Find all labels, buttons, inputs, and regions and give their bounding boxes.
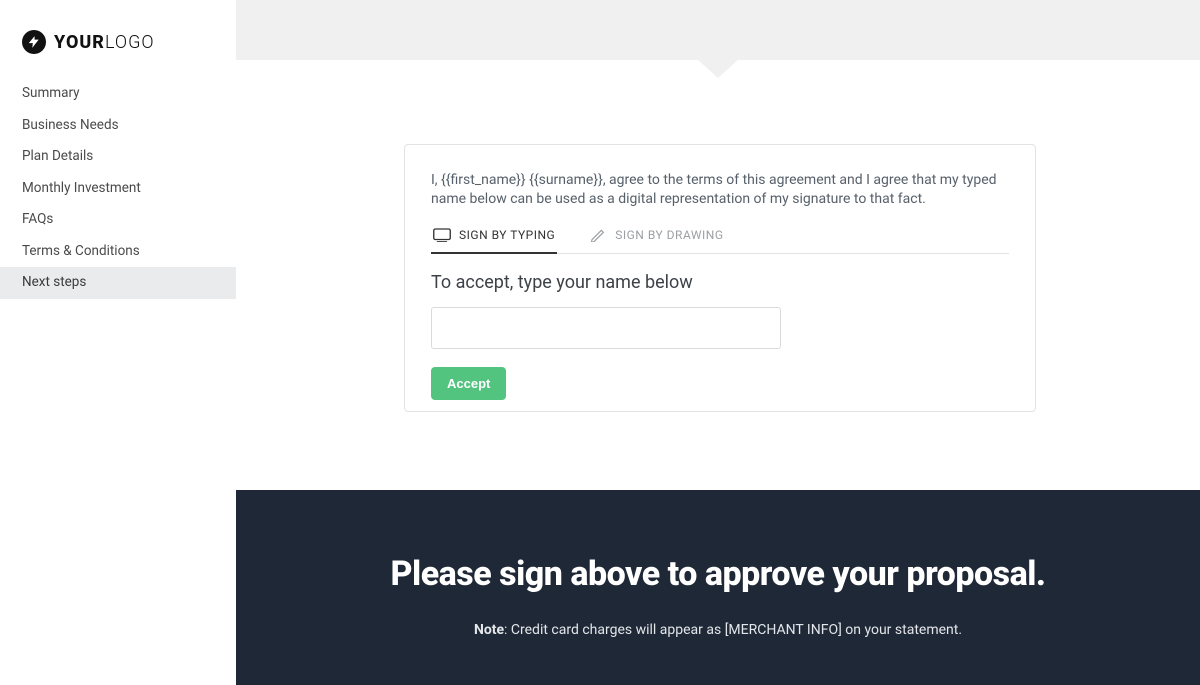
sidebar-item-terms-conditions[interactable]: Terms & Conditions	[0, 236, 236, 268]
footer-heading: Please sign above to approve your propos…	[236, 554, 1200, 594]
tab-label: SIGN BY TYPING	[459, 228, 555, 242]
accept-button[interactable]: Accept	[431, 367, 506, 400]
page-panel: I, {{first_name}} {{surname}}, agree to …	[236, 0, 1200, 490]
signature-prompt: To accept, type your name below	[431, 272, 1009, 293]
footer-panel: Please sign above to approve your propos…	[236, 490, 1200, 685]
sidebar-item-monthly-investment[interactable]: Monthly Investment	[0, 173, 236, 205]
footer-note: Note: Credit card charges will appear as…	[236, 622, 1200, 638]
pen-icon	[589, 227, 607, 243]
keyboard-icon	[433, 227, 451, 243]
tab-label: SIGN BY DRAWING	[615, 228, 723, 242]
main-content: I, {{first_name}} {{surname}}, agree to …	[236, 0, 1200, 685]
signature-tabs: SIGN BY TYPING SIGN BY DRAWING	[431, 227, 1009, 254]
page-top-notch	[236, 0, 1200, 60]
sidebar-item-plan-details[interactable]: Plan Details	[0, 141, 236, 173]
logo-text: YOURLOGO	[54, 32, 155, 53]
sidebar: YOURLOGO Summary Business Needs Plan Det…	[0, 0, 236, 685]
tab-sign-by-typing[interactable]: SIGN BY TYPING	[431, 227, 557, 253]
sidebar-item-faqs[interactable]: FAQs	[0, 204, 236, 236]
sidebar-item-next-steps[interactable]: Next steps	[0, 267, 236, 299]
tab-sign-by-drawing[interactable]: SIGN BY DRAWING	[587, 227, 725, 253]
agreement-text: I, {{first_name}} {{surname}}, agree to …	[431, 171, 1009, 209]
sidebar-item-summary[interactable]: Summary	[0, 78, 236, 110]
sidebar-item-business-needs[interactable]: Business Needs	[0, 110, 236, 142]
signature-input[interactable]	[431, 307, 781, 349]
signature-card: I, {{first_name}} {{surname}}, agree to …	[404, 144, 1036, 412]
bolt-icon	[22, 30, 46, 54]
logo: YOURLOGO	[0, 0, 236, 78]
sidebar-nav: Summary Business Needs Plan Details Mont…	[0, 78, 236, 299]
